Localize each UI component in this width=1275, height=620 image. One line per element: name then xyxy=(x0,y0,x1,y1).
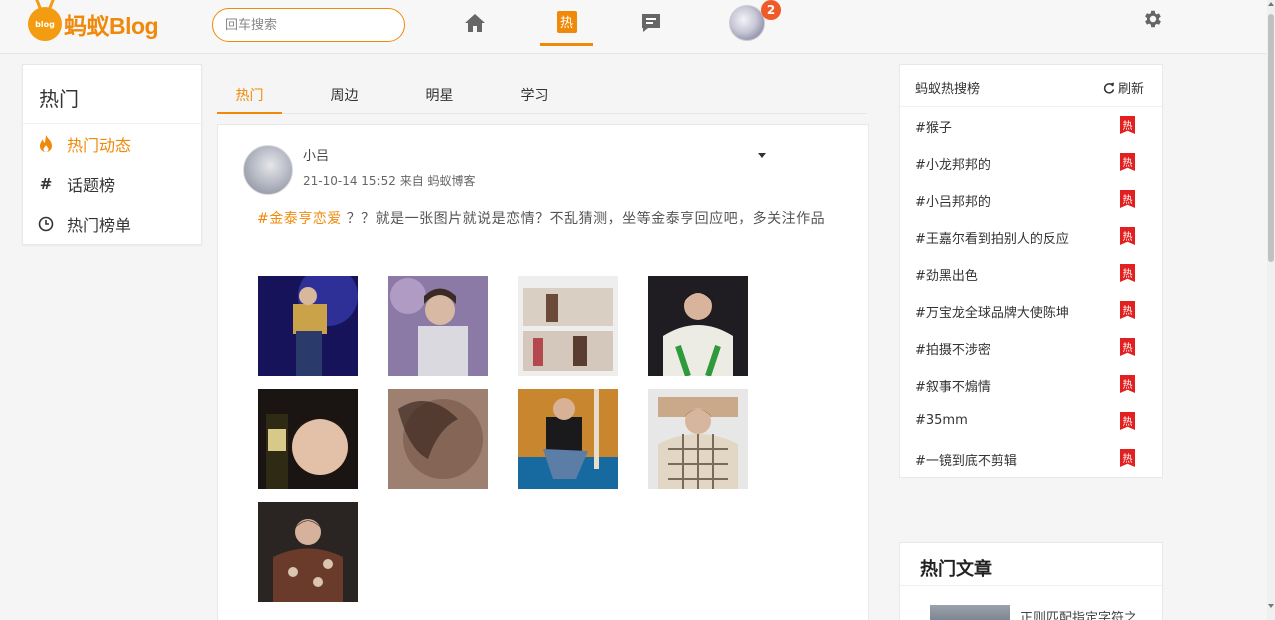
logo[interactable]: blog 蚂蚁Blog xyxy=(28,2,159,46)
hot-badge: 热 xyxy=(1120,264,1135,282)
post-body: ？？就是一张图片就说是恋情？不乱猜测，坐等金泰亨回应吧，多关注作品 xyxy=(346,211,826,227)
hot-search-title: 蚂蚁热搜榜 xyxy=(915,82,981,97)
sidebar-item-topics[interactable]: # 话题榜 xyxy=(23,164,201,204)
scroll-up-arrow-icon[interactable] xyxy=(1268,2,1274,6)
hot-articles-title: 热门文章 xyxy=(920,559,992,580)
nav-messages-button[interactable] xyxy=(634,0,668,46)
hot-icon: 热 xyxy=(556,10,577,33)
home-icon xyxy=(465,14,485,32)
hot-search-item[interactable]: #王嘉尔看到拍别人的反应热 xyxy=(900,218,1162,255)
category-tabs: 热门 周边 明星 学习 xyxy=(217,76,867,114)
tab-stars[interactable]: 明星 xyxy=(407,76,472,114)
hot-search-item[interactable]: #小龙邦邦的热 xyxy=(900,144,1162,181)
sidebar-item-hot-feed[interactable]: 热门动态 xyxy=(23,124,201,164)
hot-badge: 热 xyxy=(1120,375,1135,393)
article-title-link[interactable]: 正则匹配指定字符之 xyxy=(1020,607,1137,620)
post-photo[interactable] xyxy=(258,502,358,602)
post-photo[interactable] xyxy=(648,389,748,489)
post-menu-caret-icon[interactable] xyxy=(758,153,766,158)
topic-tag-link[interactable]: #金泰亨恋爱 xyxy=(257,211,342,227)
refresh-icon xyxy=(1103,82,1115,94)
top-navbar: blog 蚂蚁Blog 热 2 xyxy=(0,0,1267,54)
hot-badge: 热 xyxy=(1120,153,1135,171)
author-name[interactable]: 小吕 xyxy=(303,145,329,164)
logo-text: 蚂蚁Blog xyxy=(64,13,159,39)
post-content: #金泰亨恋爱 ？？就是一张图片就说是恋情？不乱猜测，坐等金泰亨回应吧，多关注作品 xyxy=(257,208,847,231)
post-photo[interactable] xyxy=(518,389,618,489)
hot-badge: 热 xyxy=(1120,190,1135,208)
hot-badge: 热 xyxy=(1120,301,1135,319)
refresh-label: 刷新 xyxy=(1118,82,1145,97)
sidebar-item-rankings[interactable]: 热门榜单 xyxy=(23,204,201,244)
left-sidebar: 热门 热门动态 # 话题榜 热门榜单 xyxy=(22,64,202,245)
hot-search-item[interactable]: #小吕邦邦的热 xyxy=(900,181,1162,218)
hot-search-item[interactable]: #35mm 热 xyxy=(900,403,1162,440)
tab-hot[interactable]: 热门 xyxy=(217,76,282,114)
post-photo[interactable] xyxy=(648,276,748,376)
hot-search-item[interactable]: #猴子热 xyxy=(900,107,1162,144)
sidebar-item-label: 热门榜单 xyxy=(67,216,132,235)
nav-hot-button[interactable]: 热 xyxy=(540,0,593,46)
hot-search-item[interactable]: #叙事不煽情热 xyxy=(900,366,1162,403)
gear-icon[interactable] xyxy=(1142,8,1164,30)
hash-icon: # xyxy=(39,175,53,193)
hot-badge: 热 xyxy=(1120,449,1135,467)
post-photo[interactable] xyxy=(258,276,358,376)
hot-search-item[interactable]: #万宝龙全球品牌大使陈坤热 xyxy=(900,292,1162,329)
post-card: 小吕 21-10-14 15:52 来自 蚂蚁博客 #金泰亨恋爱 ？？就是一张图… xyxy=(217,124,869,620)
post-photo[interactable] xyxy=(388,389,488,489)
post-time: 21-10-14 15:52 xyxy=(303,174,396,188)
hot-badge: 热 xyxy=(1120,227,1135,245)
post-photo[interactable] xyxy=(388,276,488,376)
fire-icon xyxy=(38,135,54,153)
message-icon xyxy=(642,14,660,32)
refresh-button[interactable]: 刷新 xyxy=(1103,78,1144,97)
post-photo[interactable] xyxy=(518,276,618,376)
hot-badge: 热 xyxy=(1120,116,1135,134)
divider xyxy=(900,585,1162,586)
search-input[interactable] xyxy=(212,8,405,42)
sidebar-item-label: 热门动态 xyxy=(67,136,132,155)
tab-study[interactable]: 学习 xyxy=(502,76,567,114)
post-source: 来自 蚂蚁博客 xyxy=(399,174,476,188)
post-meta: 21-10-14 15:52 来自 蚂蚁博客 xyxy=(303,172,476,189)
hot-badge: 热 xyxy=(1120,412,1135,430)
notification-badge: 2 xyxy=(761,0,781,20)
author-avatar[interactable] xyxy=(243,145,293,195)
article-thumbnail[interactable] xyxy=(930,605,1010,620)
tab-nearby[interactable]: 周边 xyxy=(312,76,377,114)
hot-search-item[interactable]: #一镜到底不剪辑热 xyxy=(900,440,1162,477)
avatar xyxy=(729,5,765,41)
hot-articles-panel: 热门文章 正则匹配指定字符之 xyxy=(899,542,1163,620)
hot-badge: 热 xyxy=(1120,338,1135,356)
hot-search-item[interactable]: #劲黑出色热 xyxy=(900,255,1162,292)
sidebar-item-label: 话题榜 xyxy=(67,176,116,195)
post-photo[interactable] xyxy=(258,389,358,489)
hot-search-panel: 蚂蚁热搜榜 刷新 #猴子热 #小龙邦邦的热 #小吕邦邦的热 #王嘉尔看到拍别人的… xyxy=(899,64,1163,478)
scroll-down-arrow-icon[interactable] xyxy=(1268,604,1274,608)
scrollbar-thumb[interactable] xyxy=(1268,14,1274,262)
sidebar-title: 热门 xyxy=(23,65,201,124)
logo-badge: blog xyxy=(28,7,62,41)
hot-search-item[interactable]: #拍摄不涉密热 xyxy=(900,329,1162,366)
hot-search-header: 蚂蚁热搜榜 刷新 xyxy=(900,65,1162,107)
clock-icon xyxy=(38,215,54,233)
nav-home-button[interactable] xyxy=(458,0,492,46)
